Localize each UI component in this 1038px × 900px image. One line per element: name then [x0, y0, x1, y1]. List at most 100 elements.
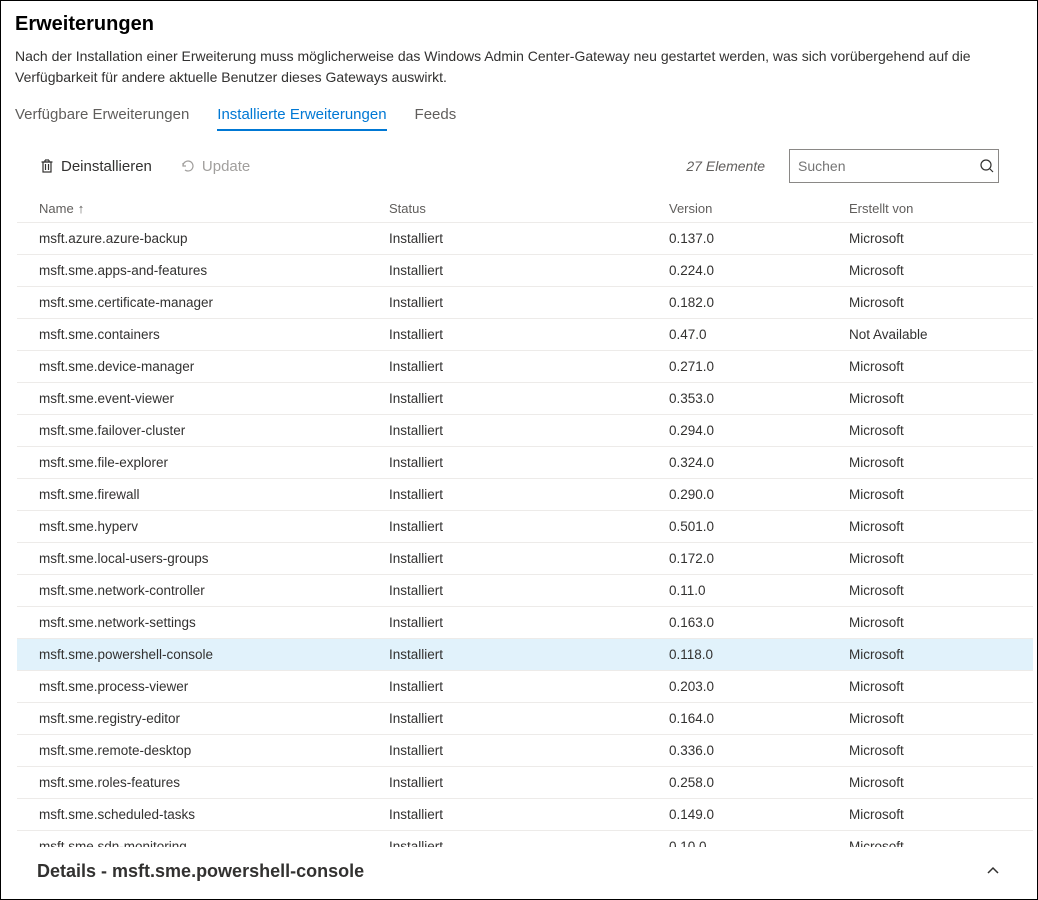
cell-version: 0.353.0	[669, 391, 849, 406]
table-row[interactable]: msft.sme.failover-clusterInstalliert0.29…	[17, 415, 1033, 447]
table-row[interactable]: msft.sme.roles-featuresInstalliert0.258.…	[17, 767, 1033, 799]
col-header-version[interactable]: Version	[669, 201, 849, 216]
cell-created-by: Microsoft	[849, 839, 1011, 847]
table-row[interactable]: msft.sme.powershell-consoleInstalliert0.…	[17, 639, 1033, 671]
cell-name: msft.sme.network-settings	[39, 615, 389, 630]
cell-version: 0.203.0	[669, 679, 849, 694]
cell-name: msft.sme.firewall	[39, 487, 389, 502]
cell-name: msft.azure.azure-backup	[39, 231, 389, 246]
table-row[interactable]: msft.sme.local-users-groupsInstalliert0.…	[17, 543, 1033, 575]
uninstall-button[interactable]: Deinstallieren	[39, 158, 152, 175]
cell-created-by: Microsoft	[849, 775, 1011, 790]
cell-status: Installiert	[389, 231, 669, 246]
page-subtitle: Nach der Installation einer Erweiterung …	[15, 46, 1023, 88]
col-header-status[interactable]: Status	[389, 201, 669, 216]
col-header-name[interactable]: Name↑	[39, 201, 389, 216]
cell-version: 0.501.0	[669, 519, 849, 534]
table-row[interactable]: msft.sme.hypervInstalliert0.501.0Microso…	[17, 511, 1033, 543]
search-box[interactable]	[789, 149, 999, 183]
chevron-up-icon[interactable]	[985, 863, 1001, 879]
cell-status: Installiert	[389, 519, 669, 534]
details-panel-header[interactable]: Details - msft.sme.powershell-console	[17, 849, 1021, 893]
cell-status: Installiert	[389, 359, 669, 374]
cell-created-by: Microsoft	[849, 231, 1011, 246]
sort-asc-icon: ↑	[78, 201, 85, 216]
cell-status: Installiert	[389, 647, 669, 662]
cell-version: 0.118.0	[669, 647, 849, 662]
cell-name: msft.sme.roles-features	[39, 775, 389, 790]
cell-status: Installiert	[389, 807, 669, 822]
table-row[interactable]: msft.sme.network-controllerInstalliert0.…	[17, 575, 1033, 607]
tab-installed[interactable]: Installierte Erweiterungen	[217, 106, 386, 131]
cell-name: msft.sme.apps-and-features	[39, 263, 389, 278]
cell-version: 0.137.0	[669, 231, 849, 246]
cell-status: Installiert	[389, 327, 669, 342]
page-title: Erweiterungen	[15, 13, 1023, 36]
cell-created-by: Microsoft	[849, 583, 1011, 598]
table-row[interactable]: msft.sme.process-viewerInstalliert0.203.…	[17, 671, 1033, 703]
cell-version: 0.11.0	[669, 583, 849, 598]
cell-status: Installiert	[389, 487, 669, 502]
cell-name: msft.sme.registry-editor	[39, 711, 389, 726]
cell-name: msft.sme.remote-desktop	[39, 743, 389, 758]
extension-table[interactable]: Name↑ Status Version Erstellt von msft.a…	[17, 195, 1033, 847]
cell-status: Installiert	[389, 615, 669, 630]
cell-name: msft.sme.event-viewer	[39, 391, 389, 406]
cell-name: msft.sme.network-controller	[39, 583, 389, 598]
cell-created-by: Microsoft	[849, 455, 1011, 470]
table-row[interactable]: msft.sme.file-explorerInstalliert0.324.0…	[17, 447, 1033, 479]
cell-created-by: Not Available	[849, 327, 1011, 342]
table-row[interactable]: msft.sme.registry-editorInstalliert0.164…	[17, 703, 1033, 735]
cell-version: 0.172.0	[669, 551, 849, 566]
table-row[interactable]: msft.azure.azure-backupInstalliert0.137.…	[17, 223, 1033, 255]
table-row[interactable]: msft.sme.network-settingsInstalliert0.16…	[17, 607, 1033, 639]
cell-created-by: Microsoft	[849, 295, 1011, 310]
cell-created-by: Microsoft	[849, 711, 1011, 726]
cell-status: Installiert	[389, 679, 669, 694]
cell-created-by: Microsoft	[849, 743, 1011, 758]
col-header-created-by[interactable]: Erstellt von	[849, 201, 1011, 216]
table-row[interactable]: msft.sme.event-viewerInstalliert0.353.0M…	[17, 383, 1033, 415]
search-input[interactable]	[798, 158, 979, 174]
tab-available[interactable]: Verfügbare Erweiterungen	[15, 106, 189, 131]
cell-status: Installiert	[389, 839, 669, 847]
table-row[interactable]: msft.sme.remote-desktopInstalliert0.336.…	[17, 735, 1033, 767]
cell-status: Installiert	[389, 263, 669, 278]
details-name: msft.sme.powershell-console	[112, 861, 364, 881]
table-row[interactable]: msft.sme.certificate-managerInstalliert0…	[17, 287, 1033, 319]
search-icon	[979, 158, 995, 174]
cell-status: Installiert	[389, 583, 669, 598]
table-row[interactable]: msft.sme.sdn-monitoringInstalliert0.10.0…	[17, 831, 1033, 847]
cell-version: 0.149.0	[669, 807, 849, 822]
cell-status: Installiert	[389, 295, 669, 310]
cell-status: Installiert	[389, 391, 669, 406]
cell-version: 0.224.0	[669, 263, 849, 278]
cell-status: Installiert	[389, 775, 669, 790]
cell-name: msft.sme.device-manager	[39, 359, 389, 374]
table-row[interactable]: msft.sme.firewallInstalliert0.290.0Micro…	[17, 479, 1033, 511]
item-count: 27 Elemente	[686, 158, 765, 174]
cell-name: msft.sme.scheduled-tasks	[39, 807, 389, 822]
table-row[interactable]: msft.sme.scheduled-tasksInstalliert0.149…	[17, 799, 1033, 831]
cell-created-by: Microsoft	[849, 807, 1011, 822]
update-button[interactable]: Update	[180, 158, 250, 175]
cell-version: 0.10.0	[669, 839, 849, 847]
table-row[interactable]: msft.sme.apps-and-featuresInstalliert0.2…	[17, 255, 1033, 287]
cell-version: 0.164.0	[669, 711, 849, 726]
table-row[interactable]: msft.sme.device-managerInstalliert0.271.…	[17, 351, 1033, 383]
refresh-icon	[180, 158, 196, 174]
update-label: Update	[202, 158, 250, 175]
cell-created-by: Microsoft	[849, 359, 1011, 374]
cell-status: Installiert	[389, 423, 669, 438]
cell-created-by: Microsoft	[849, 391, 1011, 406]
table-row[interactable]: msft.sme.containersInstalliert0.47.0Not …	[17, 319, 1033, 351]
tab-feeds[interactable]: Feeds	[415, 106, 457, 131]
cell-version: 0.258.0	[669, 775, 849, 790]
cell-created-by: Microsoft	[849, 551, 1011, 566]
cell-name: msft.sme.sdn-monitoring	[39, 839, 389, 847]
cell-name: msft.sme.local-users-groups	[39, 551, 389, 566]
cell-created-by: Microsoft	[849, 487, 1011, 502]
cell-created-by: Microsoft	[849, 519, 1011, 534]
trash-icon	[39, 158, 55, 174]
cell-name: msft.sme.process-viewer	[39, 679, 389, 694]
